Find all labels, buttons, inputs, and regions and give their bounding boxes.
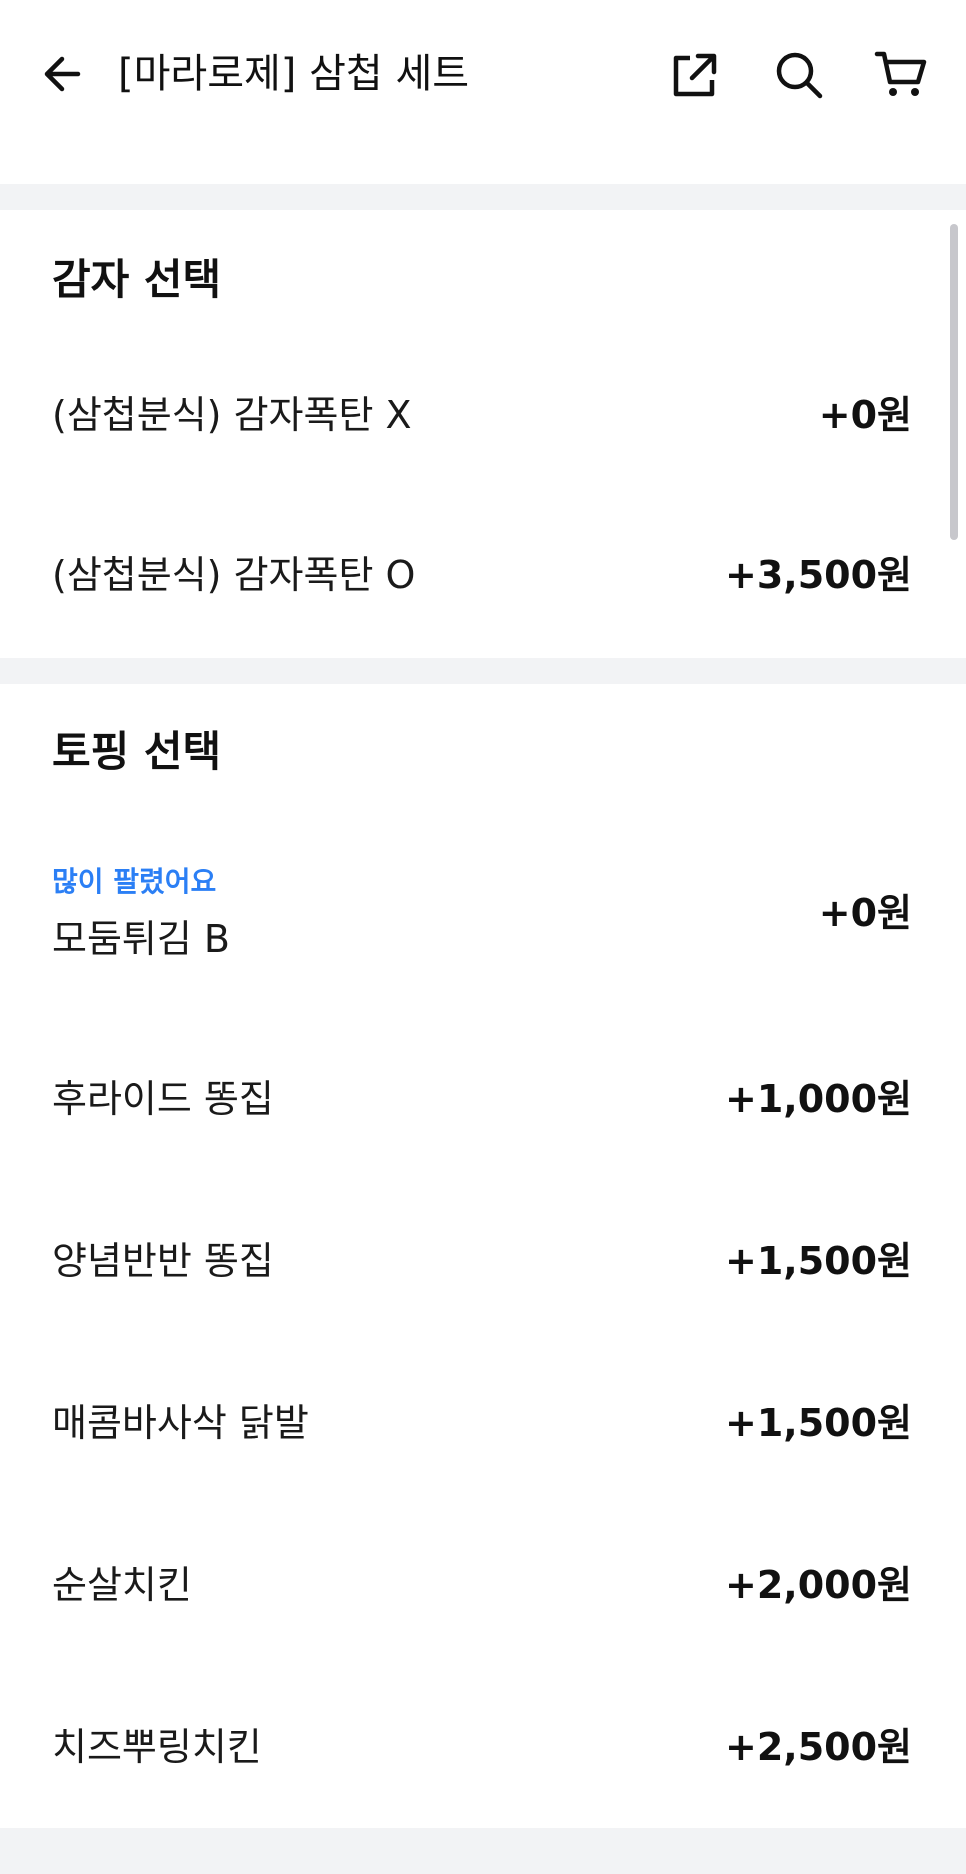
share-icon[interactable] — [668, 48, 722, 102]
back-arrow-icon[interactable] — [38, 48, 90, 100]
option-price: +0원 — [818, 393, 912, 437]
option-price: +1,500원 — [725, 1239, 912, 1283]
option-price: +1,000원 — [725, 1077, 912, 1121]
popular-badge: 많이 팔렸어요 — [52, 865, 217, 898]
option-price: +0원 — [818, 891, 912, 935]
option-label: 모둠튀김 B — [52, 917, 230, 961]
section-title: 감자 선택 — [52, 255, 222, 304]
option-label: 매콤바사삭 닭발 — [52, 1401, 309, 1445]
page-title: [마라로제] 삼첩 세트 — [118, 51, 470, 97]
app-header: [마라로제] 삼첩 세트 — [0, 0, 966, 150]
option-label: (삼첩분식) 감자폭탄 O — [52, 553, 416, 597]
scrollbar[interactable] — [950, 224, 958, 540]
option-price: +2,500원 — [725, 1725, 912, 1769]
search-icon[interactable] — [772, 48, 826, 102]
option-label: 양념반반 똥집 — [52, 1239, 274, 1283]
option-label: 순살치킨 — [52, 1563, 192, 1607]
section-title: 토핑 선택 — [52, 727, 222, 776]
section-divider — [0, 658, 966, 684]
option-label: 치즈뿌링치킨 — [52, 1725, 262, 1769]
option-price: +2,000원 — [725, 1563, 912, 1607]
option-label: 후라이드 똥집 — [52, 1077, 274, 1121]
cart-icon[interactable] — [874, 48, 928, 102]
option-price: +1,500원 — [725, 1401, 912, 1445]
section-divider — [0, 1828, 966, 1874]
option-label: (삼첩분식) 감자폭탄 X — [52, 393, 412, 437]
section-divider — [0, 184, 966, 210]
option-price: +3,500원 — [725, 553, 912, 597]
